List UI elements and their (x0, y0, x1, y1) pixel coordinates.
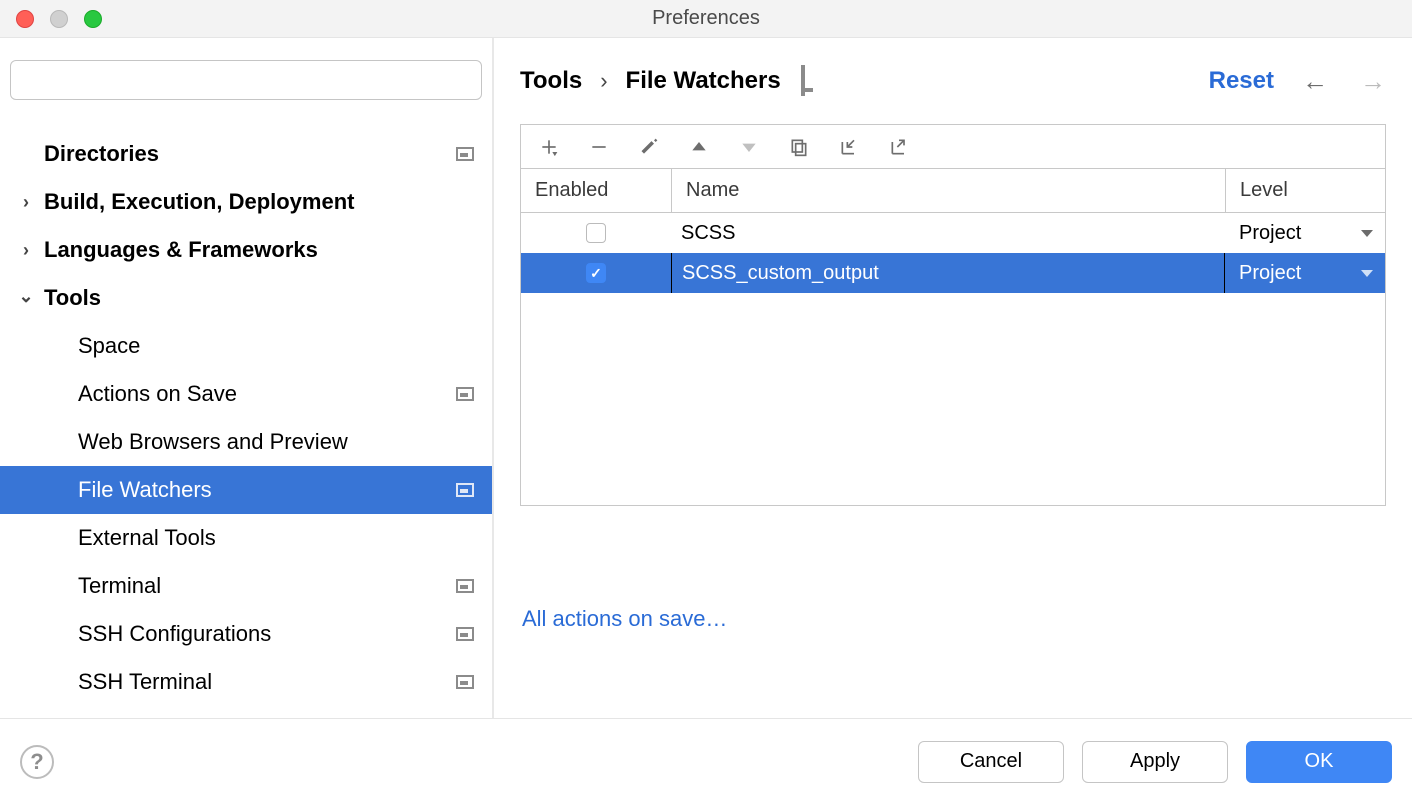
watchers-table: Enabled Name Level SCSS Project SCSS_cus… (520, 168, 1386, 506)
scope-project-icon (456, 627, 474, 641)
chevron-down-icon: ⌄ (18, 286, 34, 307)
sidebar-item-label: Actions on Save (78, 381, 237, 407)
back-icon[interactable]: ← (1302, 66, 1328, 97)
col-name[interactable]: Name (671, 169, 1225, 212)
watcher-level: Project (1239, 222, 1301, 245)
sidebar-item-label: File Watchers (78, 477, 212, 503)
enabled-checkbox[interactable] (586, 263, 606, 283)
scope-project-icon (456, 675, 474, 689)
watcher-name: SCSS (681, 222, 735, 245)
chevron-down-icon (1361, 270, 1373, 277)
sidebar-item-label: Web Browsers and Preview (78, 429, 348, 455)
sidebar-item-label: Tools (44, 285, 101, 311)
sidebar-item-languages-frameworks[interactable]: › Languages & Frameworks (0, 226, 492, 274)
breadcrumb: Tools › File Watchers (520, 67, 805, 95)
watcher-level: Project (1239, 262, 1301, 285)
sidebar-item-label: Space (78, 333, 140, 359)
main: Directories › Build, Execution, Deployme… (0, 38, 1412, 718)
sidebar-item-build-execution-deployment[interactable]: › Build, Execution, Deployment (0, 178, 492, 226)
move-up-icon[interactable] (689, 137, 709, 157)
table-toolbar (520, 124, 1386, 168)
move-down-icon (739, 137, 759, 157)
sidebar: Directories › Build, Execution, Deployme… (0, 38, 494, 718)
all-actions-link[interactable]: All actions on save… (522, 606, 727, 631)
export-icon[interactable] (889, 137, 909, 157)
level-select[interactable]: Project (1225, 253, 1385, 293)
scope-project-icon (456, 147, 474, 161)
sidebar-item-ssh-configurations[interactable]: SSH Configurations (0, 610, 492, 658)
level-select[interactable]: Project (1225, 213, 1385, 253)
breadcrumb-parent[interactable]: Tools (520, 67, 582, 95)
sidebar-item-label: SSH Terminal (78, 669, 212, 695)
sidebar-item-label: Directories (44, 141, 159, 167)
sidebar-item-directories[interactable]: Directories (0, 130, 492, 178)
sidebar-item-label: Languages & Frameworks (44, 237, 318, 263)
sidebar-item-label: Terminal (78, 573, 161, 599)
apply-button[interactable]: Apply (1082, 741, 1228, 783)
chevron-right-icon: › (18, 192, 34, 213)
col-level[interactable]: Level (1225, 169, 1385, 212)
breadcrumb-current: File Watchers (626, 67, 781, 95)
copy-icon[interactable] (789, 137, 809, 157)
ok-button[interactable]: OK (1246, 741, 1392, 783)
sidebar-item-tools[interactable]: ⌄ Tools (0, 274, 492, 322)
footer: ? Cancel Apply OK (0, 718, 1412, 804)
minimize-window-icon[interactable] (50, 10, 68, 28)
chevron-right-icon: › (18, 240, 34, 261)
remove-icon[interactable] (589, 137, 609, 157)
sidebar-item-label: SSH Configurations (78, 621, 271, 647)
chevron-right-icon: › (600, 68, 607, 94)
col-enabled[interactable]: Enabled (521, 169, 671, 212)
add-icon[interactable] (539, 137, 559, 157)
sidebar-item-external-tools[interactable]: External Tools (0, 514, 492, 562)
chevron-down-icon (1361, 230, 1373, 237)
sidebar-item-file-watchers[interactable]: File Watchers (0, 466, 492, 514)
nav-arrows: ← → (1302, 66, 1386, 97)
table-row[interactable]: SCSS_custom_output Project (521, 253, 1385, 293)
table-header: Enabled Name Level (521, 169, 1385, 213)
enabled-checkbox[interactable] (586, 223, 606, 243)
scope-project-icon (456, 579, 474, 593)
zoom-window-icon[interactable] (84, 10, 102, 28)
settings-panel: Tools › File Watchers Reset ← → (494, 38, 1412, 718)
search-input[interactable] (10, 60, 482, 100)
forward-icon[interactable]: → (1360, 66, 1386, 97)
sidebar-item-web-browsers[interactable]: Web Browsers and Preview (0, 418, 492, 466)
settings-tree: Directories › Build, Execution, Deployme… (0, 110, 492, 718)
watcher-name: SCSS_custom_output (682, 262, 879, 285)
panel-header: Tools › File Watchers Reset ← → (494, 38, 1412, 124)
titlebar: Preferences (0, 0, 1412, 38)
sidebar-item-label: External Tools (78, 525, 216, 551)
help-icon[interactable]: ? (20, 745, 54, 779)
scope-project-icon (801, 67, 805, 95)
sidebar-item-label: Build, Execution, Deployment (44, 189, 354, 215)
window-title: Preferences (0, 7, 1412, 30)
edit-icon[interactable] (639, 137, 659, 157)
sidebar-item-space[interactable]: Space (0, 322, 492, 370)
reset-link[interactable]: Reset (1209, 67, 1274, 95)
scope-project-icon (456, 387, 474, 401)
sidebar-item-ssh-terminal[interactable]: SSH Terminal (0, 658, 492, 706)
scope-project-icon (456, 483, 474, 497)
sidebar-item-terminal[interactable]: Terminal (0, 562, 492, 610)
sidebar-item-actions-on-save[interactable]: Actions on Save (0, 370, 492, 418)
import-icon[interactable] (839, 137, 859, 157)
window-controls (16, 10, 102, 28)
cancel-button[interactable]: Cancel (918, 741, 1064, 783)
close-window-icon[interactable] (16, 10, 34, 28)
table-row[interactable]: SCSS Project (521, 213, 1385, 253)
